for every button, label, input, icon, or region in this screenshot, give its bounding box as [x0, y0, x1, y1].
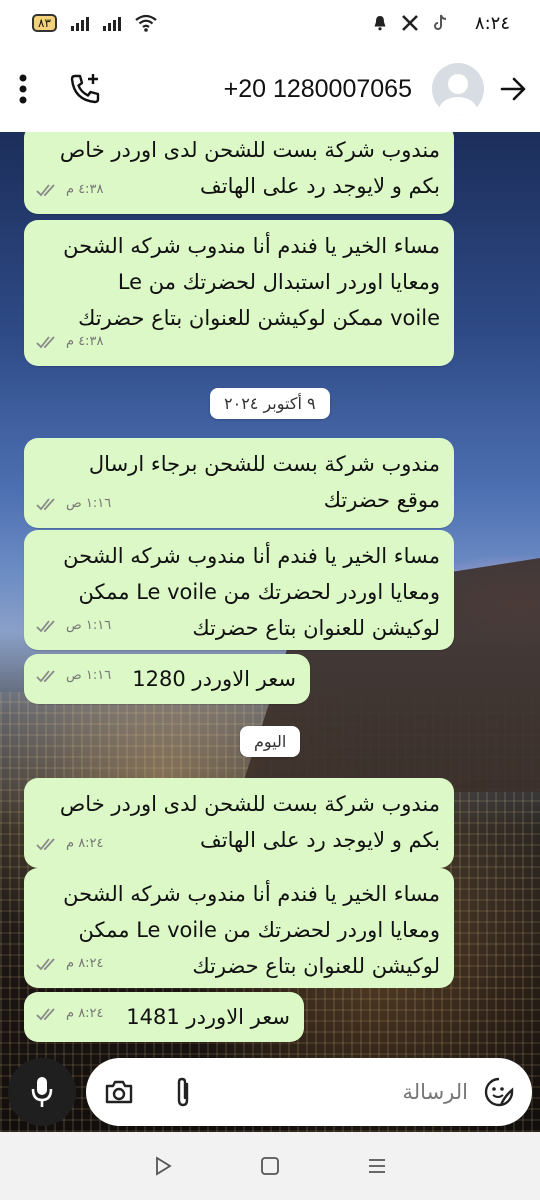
message-time: ٤:٣٨ م	[66, 334, 104, 349]
x-icon	[402, 15, 418, 31]
message-time: ٨:٢٤ م	[66, 836, 104, 851]
double-check-icon	[36, 1008, 55, 1021]
signal-icon	[70, 15, 89, 31]
home-square-icon[interactable]	[260, 1156, 280, 1176]
message-bubble[interactable]: سعر الاوردر 1280 ١:١٦ ص	[24, 654, 310, 704]
double-check-icon	[36, 620, 55, 633]
status-bar-right: ٨:٢٤	[373, 13, 510, 34]
date-separator: ٩ أكتوبر ٢٠٢٤	[210, 388, 330, 419]
chat-area[interactable]: مندوب شركة بست للشحن لدى اوردر خاص بكم و…	[0, 132, 540, 1132]
message-time: ١:١٦ ص	[66, 668, 112, 683]
double-check-icon	[36, 336, 55, 349]
recents-lines-icon[interactable]	[367, 1156, 387, 1176]
voice-record-button[interactable]	[8, 1058, 76, 1126]
message-bubble[interactable]: مساء الخير يا فندم أنا مندوب شركه الشحن …	[24, 530, 454, 650]
message-meta: ١:١٦ ص	[36, 608, 111, 644]
message-time: ١:١٦ ص	[66, 496, 112, 511]
header-actions	[18, 72, 102, 106]
message-meta: ٨:٢٤ م	[36, 996, 104, 1032]
status-bar: ٨٣ ٨:٢٤	[0, 0, 540, 46]
clock: ٨:٢٤	[474, 12, 510, 34]
status-bar-left: ٨٣	[32, 14, 157, 32]
tiktok-icon	[433, 14, 446, 30]
message-bubble[interactable]: مساء الخير يا فندم أنا مندوب شركه الشحن …	[24, 220, 454, 366]
microphone-icon	[31, 1077, 53, 1107]
double-check-icon	[36, 184, 55, 197]
message-text: مساء الخير يا فندم أنا مندوب شركه الشحن …	[63, 234, 440, 330]
message-input-placeholder[interactable]: الرسالة	[403, 1080, 468, 1104]
header-contact[interactable]: +20 1280007065	[224, 63, 526, 115]
message-time: ٨:٢٤ م	[66, 956, 104, 971]
signal-icon-2	[102, 15, 121, 31]
message-bubble[interactable]: مساء الخير يا فندم أنا مندوب شركه الشحن …	[24, 868, 454, 988]
contact-number[interactable]: +20 1280007065	[224, 75, 412, 104]
message-time: ٤:٣٨ م	[66, 182, 104, 197]
message-bubble[interactable]: مندوب شركة بست للشحن لدى اوردر خاص بكم و…	[24, 132, 454, 214]
composer: الرسالة	[0, 1056, 540, 1132]
double-check-icon	[36, 670, 55, 683]
camera-icon[interactable]	[104, 1079, 134, 1105]
message-meta: ٤:٣٨ م	[36, 172, 104, 208]
message-meta: ٨:٢٤ م	[36, 826, 104, 862]
sticker-icon[interactable]	[484, 1077, 514, 1107]
message-meta: ٨:٢٤ م	[36, 946, 104, 982]
message-time: ٨:٢٤ م	[66, 1006, 104, 1021]
composer-actions	[104, 1076, 192, 1108]
double-check-icon	[36, 498, 55, 511]
message-meta: ٤:٣٨ م	[36, 324, 104, 360]
battery-indicator: ٨٣	[32, 14, 57, 32]
message-bubble[interactable]: سعر الاوردر 1481 ٨:٢٤ م	[24, 992, 304, 1042]
message-time: ١:١٦ ص	[66, 618, 112, 633]
date-separator: اليوم	[240, 726, 301, 757]
attachment-icon[interactable]	[174, 1076, 192, 1108]
message-meta: ١:١٦ ص	[36, 658, 111, 694]
more-options-icon[interactable]	[18, 74, 28, 104]
avatar[interactable]	[432, 63, 484, 115]
add-call-icon[interactable]	[68, 72, 102, 106]
back-arrow-icon[interactable]	[500, 76, 526, 102]
system-nav-bar	[0, 1132, 540, 1200]
bell-icon	[374, 16, 386, 31]
double-check-icon	[36, 838, 55, 851]
message-bubble[interactable]: مندوب شركة بست للشحن برجاء ارسال موقع حض…	[24, 438, 454, 528]
message-bubble[interactable]: مندوب شركة بست للشحن لدى اوردر خاص بكم و…	[24, 778, 454, 868]
wifi-icon	[135, 14, 157, 32]
back-triangle-icon[interactable]	[153, 1156, 173, 1176]
composer-text[interactable]: الرسالة	[403, 1077, 514, 1107]
double-check-icon	[36, 958, 55, 971]
message-field[interactable]: الرسالة	[86, 1058, 532, 1126]
message-meta: ١:١٦ ص	[36, 486, 111, 522]
chat-header: +20 1280007065	[0, 46, 540, 132]
